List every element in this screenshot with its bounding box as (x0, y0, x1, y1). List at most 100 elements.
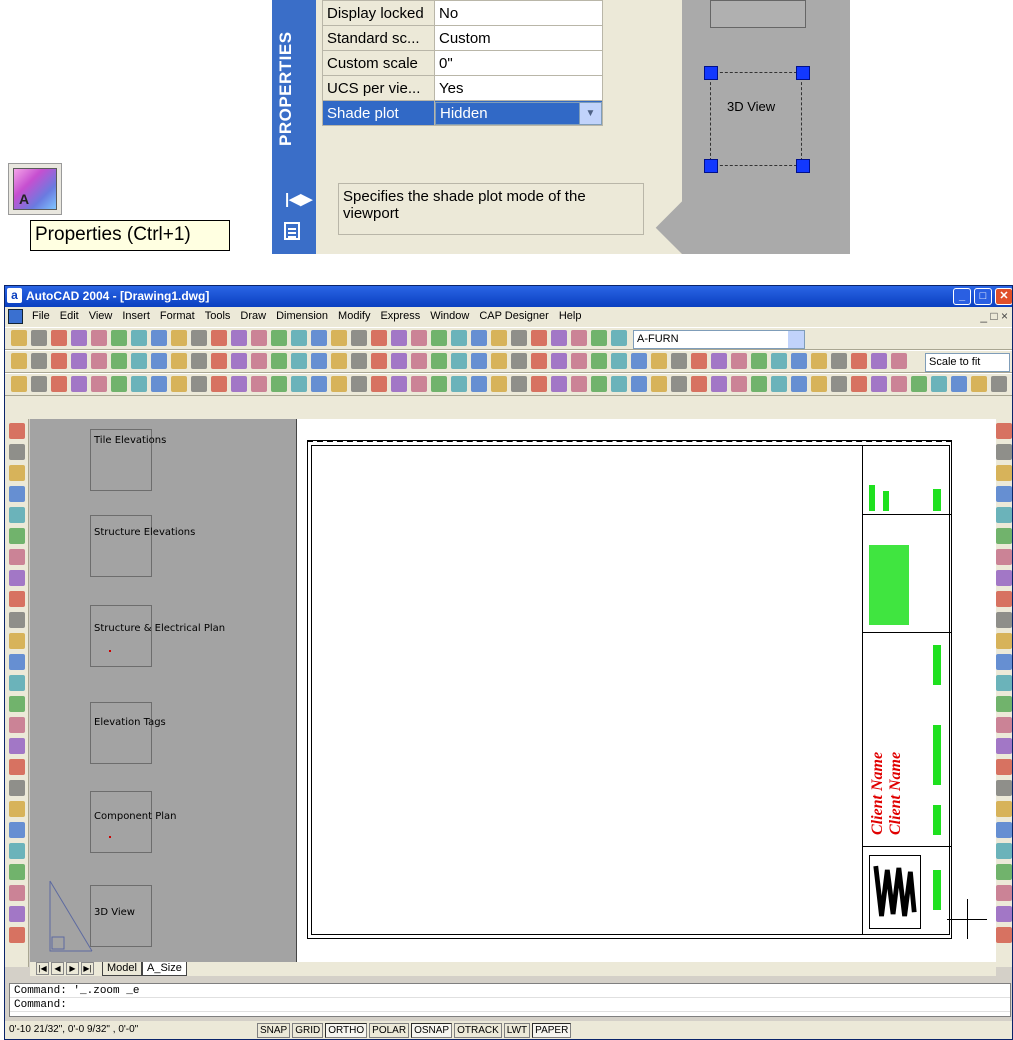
toolbar-tool-icon[interactable] (591, 330, 607, 346)
toolbar-tool-icon[interactable] (651, 376, 667, 392)
prev-tab-button[interactable]: ◀ (51, 962, 64, 975)
toolbar-tool-icon[interactable] (31, 353, 47, 369)
toolbar-tool-icon[interactable] (931, 376, 947, 392)
toolbar-tool-icon[interactable] (9, 444, 25, 460)
toolbar-tool-icon[interactable] (431, 353, 447, 369)
first-tab-button[interactable]: |◀ (36, 962, 49, 975)
toolbar-tool-icon[interactable] (211, 353, 227, 369)
toolbar-tool-icon[interactable] (51, 353, 67, 369)
toolbar-tool-icon[interactable] (9, 906, 25, 922)
toolbar-tool-icon[interactable] (9, 864, 25, 880)
shade-plot-dropdown[interactable]: Hidden ▼ (435, 101, 602, 125)
menu-edit[interactable]: Edit (55, 310, 84, 322)
last-tab-button[interactable]: ▶| (81, 962, 94, 975)
grip-handle[interactable] (796, 159, 810, 173)
toolbar-tool-icon[interactable] (591, 376, 607, 392)
toolbar-tool-icon[interactable] (996, 549, 1012, 565)
toolbar-tool-icon[interactable] (971, 376, 987, 392)
toolbar-tool-icon[interactable] (996, 444, 1012, 460)
toolbar-tool-icon[interactable] (31, 376, 47, 392)
toolbar-tool-icon[interactable] (151, 376, 167, 392)
toolbar-tool-icon[interactable] (471, 330, 487, 346)
toolbar-tool-icon[interactable] (151, 353, 167, 369)
toolbar-tool-icon[interactable] (51, 330, 67, 346)
toolbar-tool-icon[interactable] (9, 843, 25, 859)
toolbar-tool-icon[interactable] (431, 330, 447, 346)
toolbar-tool-icon[interactable] (9, 486, 25, 502)
palette-title-strip[interactable]: PROPERTIES |◀▶ (272, 0, 316, 254)
grip-handle[interactable] (704, 66, 718, 80)
command-prompt[interactable]: Command: (10, 998, 1010, 1012)
status-toggle-osnap[interactable]: OSNAP (411, 1023, 453, 1038)
menu-tools[interactable]: Tools (200, 310, 236, 322)
next-tab-button[interactable]: ▶ (66, 962, 79, 975)
toolbar-tool-icon[interactable] (791, 376, 807, 392)
toolbar-tool-icon[interactable] (771, 376, 787, 392)
status-toggle-lwt[interactable]: LWT (503, 1023, 531, 1038)
toolbar-tool-icon[interactable] (111, 330, 127, 346)
toolbar-tool-icon[interactable] (9, 885, 25, 901)
status-toggle-grid[interactable]: GRID (292, 1023, 324, 1038)
toolbar-tool-icon[interactable] (391, 353, 407, 369)
toolbar-tool-icon[interactable] (996, 801, 1012, 817)
toolbar-tool-icon[interactable] (311, 330, 327, 346)
toolbar-tool-icon[interactable] (9, 654, 25, 670)
toolbar-tool-icon[interactable] (996, 654, 1012, 670)
command-window[interactable]: Command: '_.zoom _e Command: (9, 983, 1011, 1017)
toolbar-tool-icon[interactable] (996, 822, 1012, 838)
minimize-button[interactable]: _ (953, 288, 971, 305)
toolbar-tool-icon[interactable] (9, 759, 25, 775)
toolbar-tool-icon[interactable] (531, 376, 547, 392)
toolbar-tool-icon[interactable] (851, 353, 867, 369)
toolbar-tool-icon[interactable] (996, 528, 1012, 544)
coordinate-readout[interactable]: 0'-10 21/32", 0'-0 9/32" , 0'-0" (9, 1024, 138, 1035)
toolbar-tool-icon[interactable] (9, 549, 25, 565)
toolbar-tool-icon[interactable] (871, 376, 887, 392)
toolbar-tool-icon[interactable] (211, 330, 227, 346)
toolbar-tool-icon[interactable] (191, 330, 207, 346)
toolbar-tool-icon[interactable] (996, 507, 1012, 523)
toolbar-tool-icon[interactable] (991, 376, 1007, 392)
toolbar-tool-icon[interactable] (351, 330, 367, 346)
grip-handle[interactable] (704, 159, 718, 173)
toolbar-tool-icon[interactable] (551, 330, 567, 346)
toolbar-tool-icon[interactable] (996, 738, 1012, 754)
toolbar-tool-icon[interactable] (531, 330, 547, 346)
toolbar-tool-icon[interactable] (311, 376, 327, 392)
toolbar-tool-icon[interactable] (9, 822, 25, 838)
toolbar-tool-icon[interactable] (9, 465, 25, 481)
property-row[interactable]: Standard sc... Custom (322, 25, 603, 51)
toolbar-tool-icon[interactable] (351, 376, 367, 392)
toolbar-tool-icon[interactable] (531, 353, 547, 369)
toolbar-tool-icon[interactable] (511, 353, 527, 369)
toolbar-tool-icon[interactable] (131, 376, 147, 392)
toolbar-tool-icon[interactable] (31, 330, 47, 346)
toolbar-tool-icon[interactable] (611, 330, 627, 346)
toolbar-tool-icon[interactable] (996, 675, 1012, 691)
status-toggle-snap[interactable]: SNAP (257, 1023, 291, 1038)
toolbar-tool-icon[interactable] (111, 353, 127, 369)
tile-viewport[interactable] (90, 791, 152, 853)
toolbar-tool-icon[interactable] (771, 353, 787, 369)
toolbar-tool-icon[interactable] (411, 376, 427, 392)
menu-file[interactable]: File (27, 310, 55, 322)
tile-viewport[interactable] (90, 702, 152, 764)
menu-insert[interactable]: Insert (117, 310, 155, 322)
toolbar-tool-icon[interactable] (511, 376, 527, 392)
tab-model[interactable]: Model (102, 962, 142, 976)
toolbar-tool-icon[interactable] (571, 376, 587, 392)
status-toggle-polar[interactable]: POLAR (369, 1023, 410, 1038)
menu-express[interactable]: Express (375, 310, 425, 322)
toolbar-tool-icon[interactable] (591, 353, 607, 369)
toolbar-tool-icon[interactable] (731, 353, 747, 369)
property-row[interactable]: Custom scale 0" (322, 50, 603, 76)
toolbar-tool-icon[interactable] (571, 353, 587, 369)
toolbar-tool-icon[interactable] (411, 353, 427, 369)
toolbar-tool-icon[interactable] (431, 376, 447, 392)
toolbar-tool-icon[interactable] (611, 353, 627, 369)
toolbar-tool-icon[interactable] (231, 376, 247, 392)
toolbar-tool-icon[interactable] (996, 780, 1012, 796)
toolbar-tool-icon[interactable] (651, 353, 667, 369)
toolbar-tool-icon[interactable] (551, 376, 567, 392)
toolbar-tool-icon[interactable] (11, 353, 27, 369)
